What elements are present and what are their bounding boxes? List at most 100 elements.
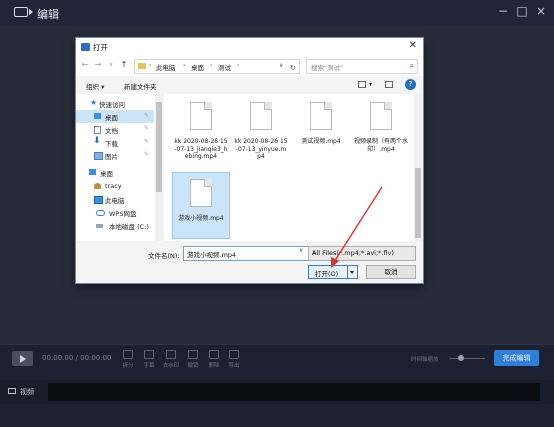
- file-name: 视频录制（有两个水印）.mp4: [354, 138, 409, 153]
- file-item[interactable]: 视频录制（有两个水印）.mp4: [352, 96, 410, 171]
- view-dropdown-icon[interactable]: ▾: [369, 81, 372, 88]
- file-list: kk 2020-08-26 15-07-13_jianqie3_hebing.m…: [164, 94, 414, 241]
- file-item[interactable]: kk 2020-08-26 15-07-13_yinyue.mp4: [232, 96, 290, 171]
- address-bar[interactable]: › 此电脑 › 桌面 › 测试 › ∨ ↻: [134, 59, 300, 74]
- breadcrumb-desktop[interactable]: 桌面: [191, 62, 204, 72]
- organize-menu[interactable]: 组织 ▾: [86, 81, 104, 91]
- export-tool[interactable]: 导出: [224, 350, 244, 369]
- pin-icon: ✎: [144, 151, 150, 158]
- search-placeholder: 搜索"测试": [311, 64, 343, 72]
- sidebar-item-local-disk[interactable]: 本地磁盘 (C:): [76, 219, 154, 232]
- address-row: ← → ∨ ↑ › 此电脑 › 桌面 › 测试 › ∨ ↻ 搜索"测试" ⌕: [76, 56, 423, 76]
- open-options-dropdown[interactable]: [347, 266, 357, 278]
- edit-toolbar: 00:00.00 / 00:00.00 拆分 字幕 去水印 撤销 删除 导出 时…: [0, 344, 554, 373]
- subtitle-icon: [144, 350, 154, 359]
- undo-tool[interactable]: 撤销: [183, 350, 203, 369]
- command-bar: 组织 ▾ 新建文件夹 ▾ ?: [76, 76, 423, 94]
- documents-icon: [94, 126, 101, 134]
- close-app-button[interactable]: ×: [534, 4, 548, 18]
- breadcrumb-separator: ›: [149, 62, 152, 69]
- export-label: 导出: [228, 363, 240, 369]
- star-icon: ★: [90, 98, 98, 107]
- sidebar-item-label: 桌面: [105, 114, 118, 122]
- sidebar-item-quick-access[interactable]: ★ 快速访问: [76, 97, 154, 110]
- folder-icon: [138, 63, 146, 69]
- file-item-selected[interactable]: 游戏小视频.mp4: [172, 172, 230, 239]
- video-camera-icon: [14, 7, 33, 17]
- disk-icon: [96, 224, 103, 228]
- sidebar-item-label: WPS网盘: [109, 210, 137, 218]
- back-button[interactable]: ←: [80, 60, 90, 69]
- dialog-close-button[interactable]: ✕: [409, 40, 417, 51]
- filename-value: 游戏小视频.mp4: [187, 251, 237, 259]
- subtitle-label: 字幕: [143, 363, 155, 369]
- filetype-select[interactable]: All Files(*.mp4;*.avi;*.flv) ∨: [308, 246, 416, 261]
- app-titlebar: 编辑 − □ ×: [0, 0, 554, 26]
- finish-edit-button[interactable]: 完成编辑: [494, 350, 539, 366]
- play-button[interactable]: [12, 351, 33, 366]
- file-name: 测试视频.mp4: [301, 138, 341, 145]
- sidebar-item-desktop-root[interactable]: 桌面: [76, 166, 154, 179]
- sidebar-item-label: 桌面: [100, 170, 113, 178]
- sidebar-item-user[interactable]: tracy: [76, 180, 154, 193]
- file-icon: [190, 102, 212, 130]
- dialog-titlebar: 打开 ✕: [76, 38, 423, 56]
- search-input[interactable]: 搜索"测试" ⌕: [306, 59, 418, 74]
- dialog-footer: 文件名(N): 游戏小视频.mp4 ∨ All Files(*.mp4;*.av…: [76, 241, 423, 283]
- breadcrumb-test[interactable]: 测试: [218, 62, 231, 72]
- zoom-slider-handle[interactable]: [458, 355, 464, 361]
- pin-icon: ✎: [144, 112, 150, 119]
- sidebar-item-pictures[interactable]: 图片 ✎: [76, 149, 154, 162]
- sidebar-item-label: 图片: [105, 153, 118, 161]
- sidebar-item-desktop[interactable]: 桌面 ✎: [76, 110, 154, 123]
- view-options-icon[interactable]: [358, 81, 366, 88]
- zoom-slider-track[interactable]: [449, 358, 485, 359]
- open-button[interactable]: 打开(O): [308, 265, 358, 279]
- file-item[interactable]: 测试视频.mp4: [292, 96, 350, 171]
- refresh-icon[interactable]: ↻: [290, 64, 296, 72]
- file-icon: [250, 102, 272, 130]
- file-icon: [370, 102, 392, 130]
- filename-input[interactable]: 游戏小视频.mp4: [183, 246, 309, 261]
- remove-watermark-tool[interactable]: 去水印: [161, 350, 181, 369]
- preview-pane-icon[interactable]: [385, 81, 393, 88]
- maximize-button[interactable]: □: [515, 4, 529, 18]
- sidebar-item-documents[interactable]: 文档 ✎: [76, 123, 154, 136]
- filename-label: 文件名(N):: [148, 252, 180, 260]
- sidebar-item-downloads[interactable]: ⬇ 下载 ✎: [76, 136, 154, 149]
- file-icon: [310, 102, 332, 130]
- delete-tool[interactable]: 删除: [204, 350, 224, 369]
- desktop-icon: [94, 113, 101, 119]
- breadcrumb-this-pc[interactable]: 此电脑: [156, 62, 176, 72]
- undo-icon: [188, 350, 198, 359]
- cancel-button[interactable]: 取消: [366, 265, 416, 279]
- sidebar-item-label: 快速访问: [99, 101, 125, 109]
- sidebar-item-wps-cloud[interactable]: WPS网盘: [76, 206, 154, 219]
- open-button-label: 打开(O): [315, 270, 339, 278]
- computer-icon: [94, 196, 103, 204]
- pin-icon: ✎: [144, 138, 150, 145]
- subtitle-tool[interactable]: 字幕: [139, 350, 159, 369]
- video-track-lane[interactable]: [48, 383, 540, 401]
- recent-locations-button[interactable]: ∨: [106, 61, 116, 68]
- minimize-button[interactable]: −: [496, 4, 510, 18]
- dialog-title: 打开: [93, 43, 108, 52]
- help-icon[interactable]: ?: [405, 79, 416, 90]
- split-label: 拆分: [122, 363, 134, 369]
- search-icon: ⌕: [409, 61, 414, 70]
- split-tool[interactable]: 拆分: [118, 350, 138, 369]
- navigation-scrollbar-thumb[interactable]: [156, 102, 162, 192]
- new-folder-button[interactable]: 新建文件夹: [124, 81, 157, 91]
- sidebar-item-label: 此电脑: [105, 197, 125, 205]
- sidebar-item-this-pc[interactable]: 此电脑: [76, 193, 154, 206]
- sidebar-item-label: 下载: [105, 140, 118, 148]
- up-button[interactable]: ↑: [119, 60, 129, 69]
- filename-dropdown-icon[interactable]: ∨: [299, 247, 303, 254]
- forward-button[interactable]: →: [93, 60, 103, 69]
- sidebar-item-label: tracy: [105, 182, 122, 190]
- remove-watermark-label: 去水印: [162, 363, 180, 369]
- file-item[interactable]: kk 2020-08-26 15-07-13_jianqie3_hebing.m…: [172, 96, 230, 171]
- file-list-scrollbar-thumb[interactable]: [415, 168, 421, 238]
- undo-label: 撤销: [187, 363, 199, 369]
- address-dropdown-icon[interactable]: ∨: [279, 62, 283, 69]
